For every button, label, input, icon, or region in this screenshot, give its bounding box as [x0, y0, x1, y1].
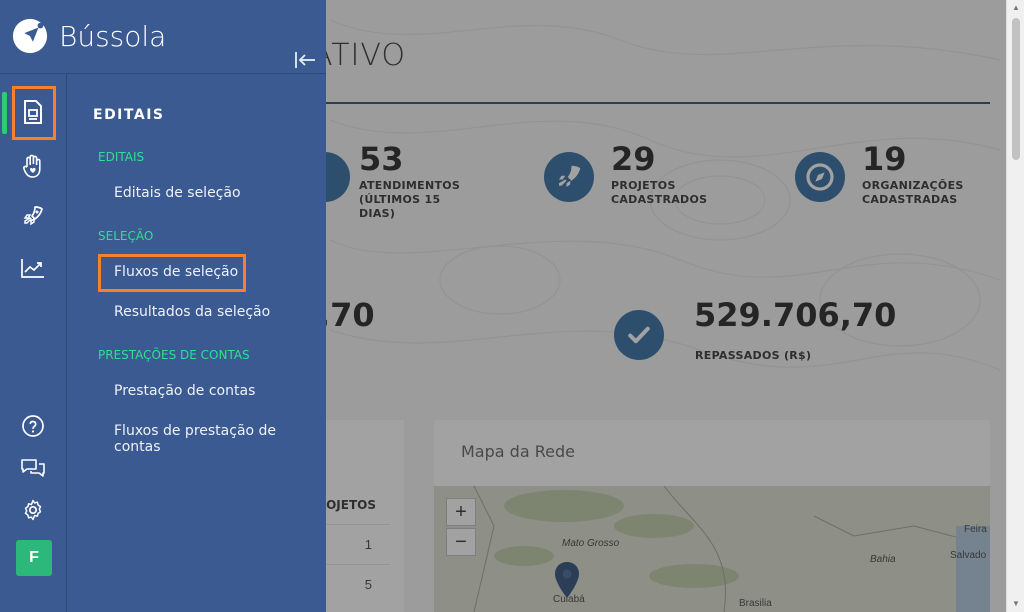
section-heading-prestacoes: PRESTAÇÕES DE CONTAS: [98, 348, 250, 362]
rail-chat-button[interactable]: [12, 448, 54, 488]
collapse-sidebar-icon[interactable]: [292, 48, 318, 72]
compass-logo-icon[interactable]: [11, 17, 49, 55]
rail-help-button[interactable]: [12, 406, 54, 446]
user-avatar[interactable]: F: [16, 540, 52, 576]
section-heading-editais: EDITAIS: [98, 150, 145, 164]
help-circle-icon: [22, 415, 44, 437]
active-indicator: [2, 92, 7, 134]
scroll-up-icon[interactable]: ▲: [1007, 0, 1024, 16]
submenu-title: EDITAIS: [93, 107, 165, 123]
highlight-fluxos-de-selecao: [98, 254, 246, 292]
rocket-icon: [23, 206, 43, 226]
sidebar: Bússola F EDITAIS EDITAIS Editais de sel…: [0, 0, 326, 612]
icon-rail: F: [0, 74, 67, 612]
rail-projetos-button[interactable]: [12, 196, 54, 236]
rail-settings-button[interactable]: [12, 490, 54, 530]
menu-item-editais-de-selecao[interactable]: Editais de seleção: [114, 185, 241, 201]
scroll-thumb[interactable]: [1012, 18, 1020, 160]
gear-icon: [24, 499, 42, 521]
page-scrollbar[interactable]: ▲ ▼: [1006, 0, 1024, 612]
brand-name: Bússola: [59, 20, 167, 53]
section-heading-selecao: SELEÇÃO: [98, 229, 154, 243]
menu-item-prestacao-de-contas[interactable]: Prestação de contas: [114, 383, 255, 399]
rail-relatorios-button[interactable]: [12, 248, 54, 288]
hand-heart-icon: [23, 154, 41, 178]
menu-item-resultados-da-selecao[interactable]: Resultados da seleção: [114, 304, 270, 320]
menu-item-fluxos-de-prestacao[interactable]: Fluxos de prestação de contas: [114, 423, 326, 455]
editais-submenu: EDITAIS EDITAIS Editais de seleção SELEÇ…: [67, 74, 326, 612]
chart-line-icon: [21, 259, 44, 278]
rail-atendimentos-button[interactable]: [12, 146, 54, 186]
highlight-editais-rail: [12, 86, 56, 140]
scroll-down-icon[interactable]: ▼: [1007, 596, 1024, 612]
brand-header: Bússola: [0, 0, 326, 74]
chat-icon: [21, 459, 45, 477]
